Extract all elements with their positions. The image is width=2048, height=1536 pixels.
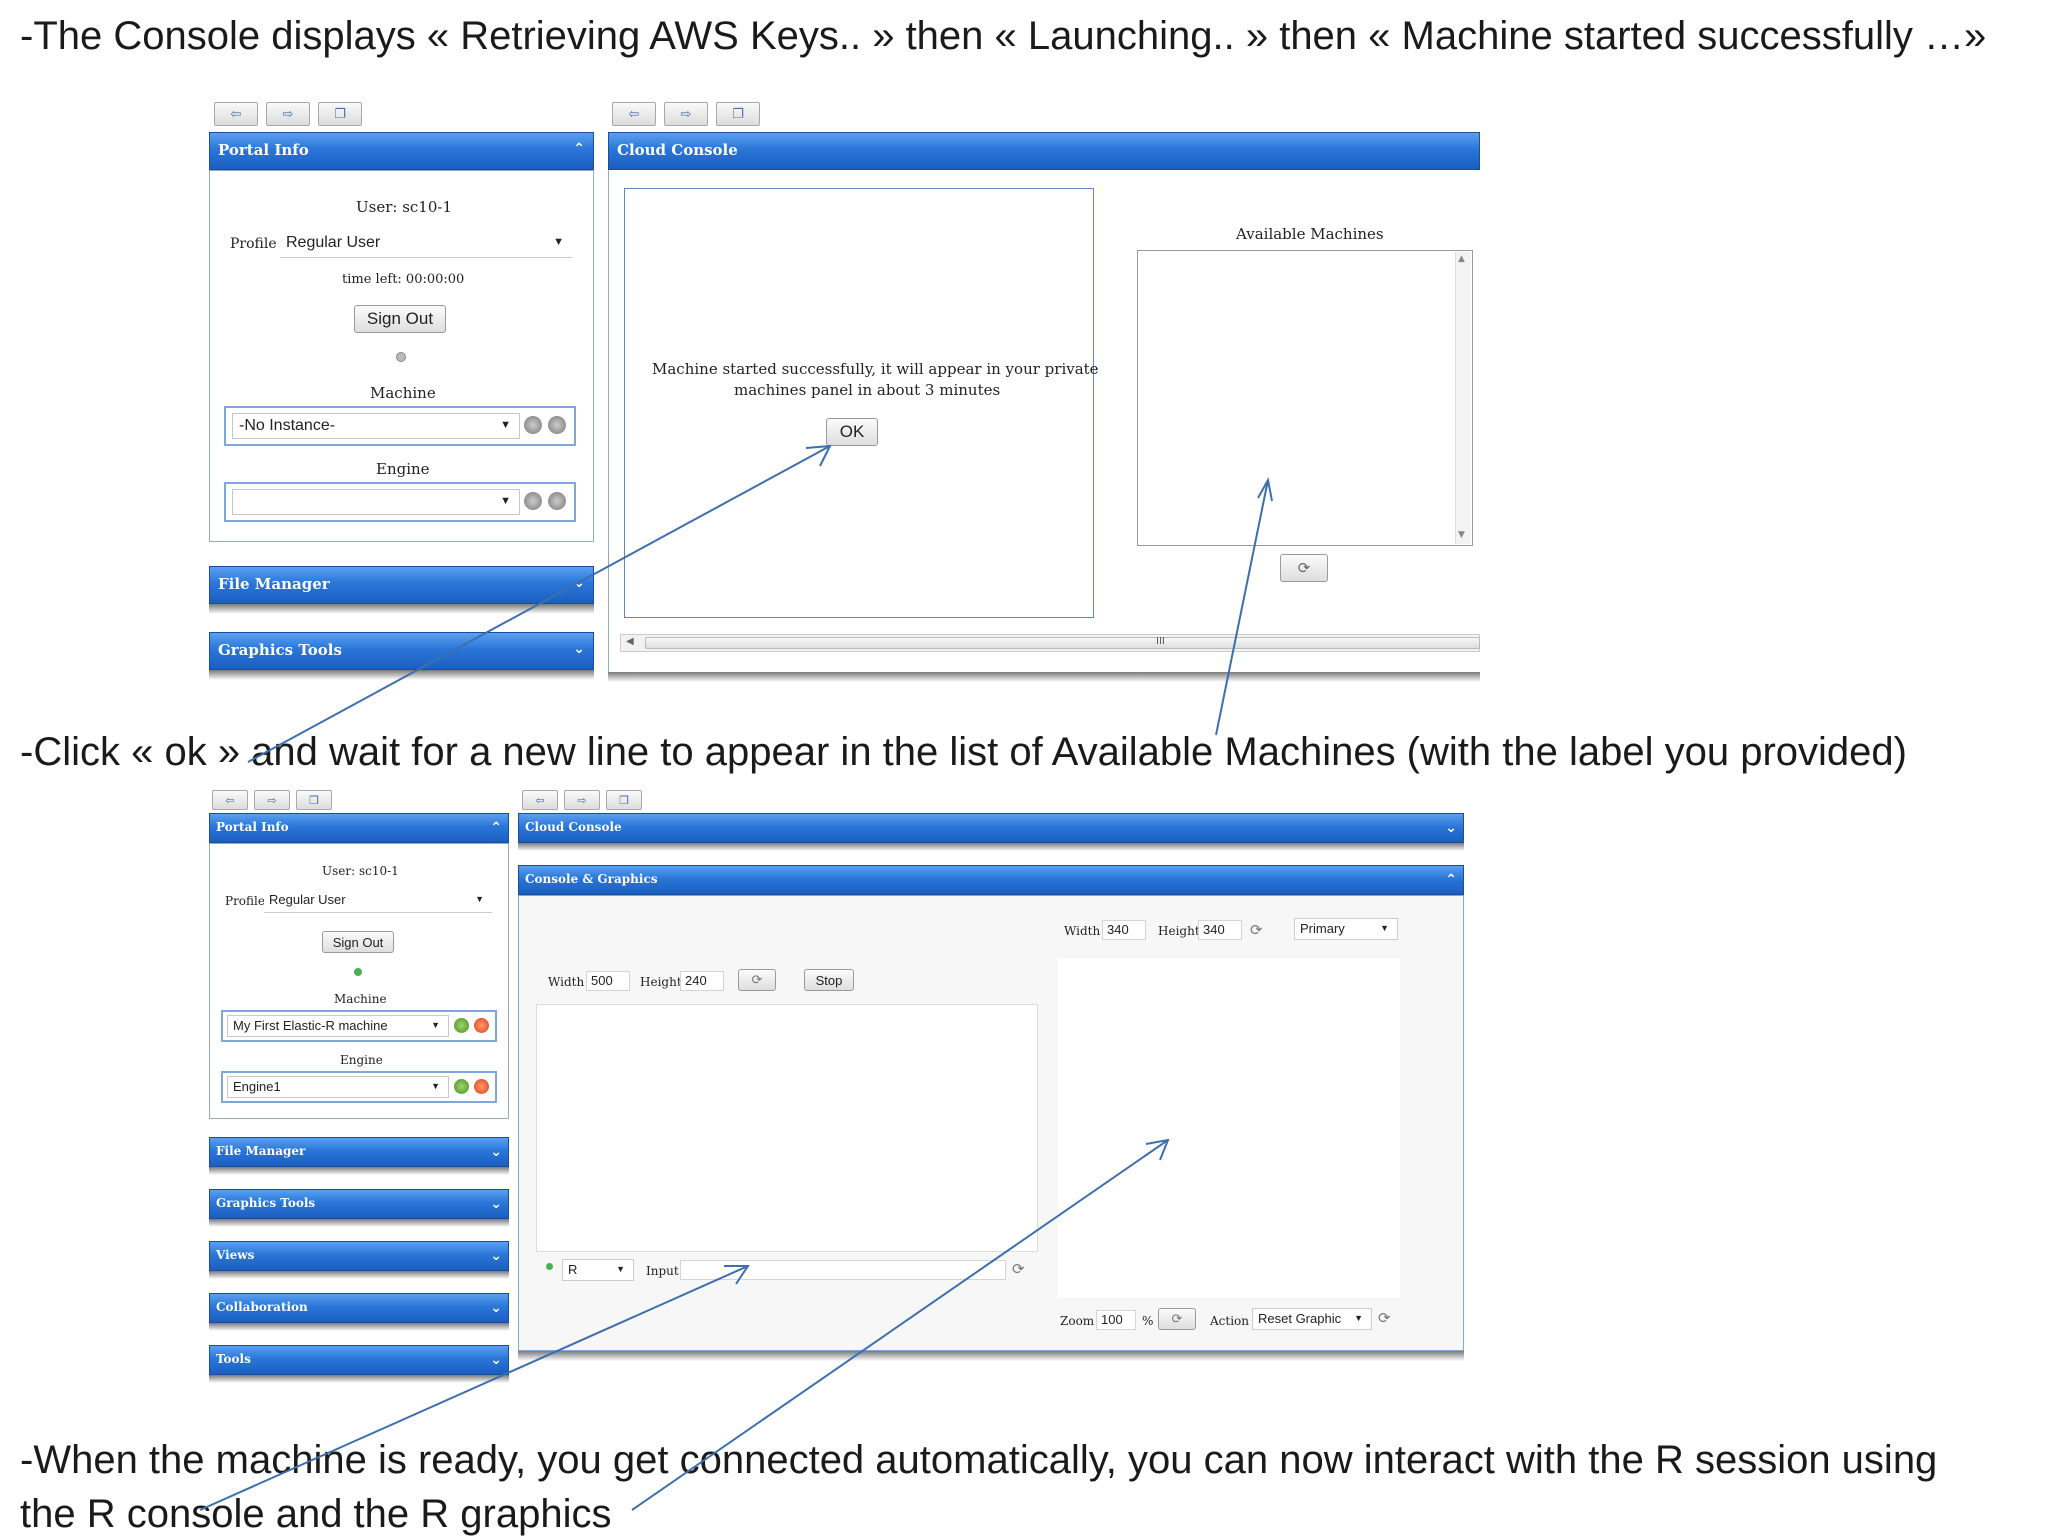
annotation-arrows [199,444,1273,1511]
arrow-to-graphics [631,1139,1169,1511]
arrow-to-console [199,1265,749,1511]
arrow-to-machines [1215,479,1269,736]
arrow-to-ok [247,445,831,763]
